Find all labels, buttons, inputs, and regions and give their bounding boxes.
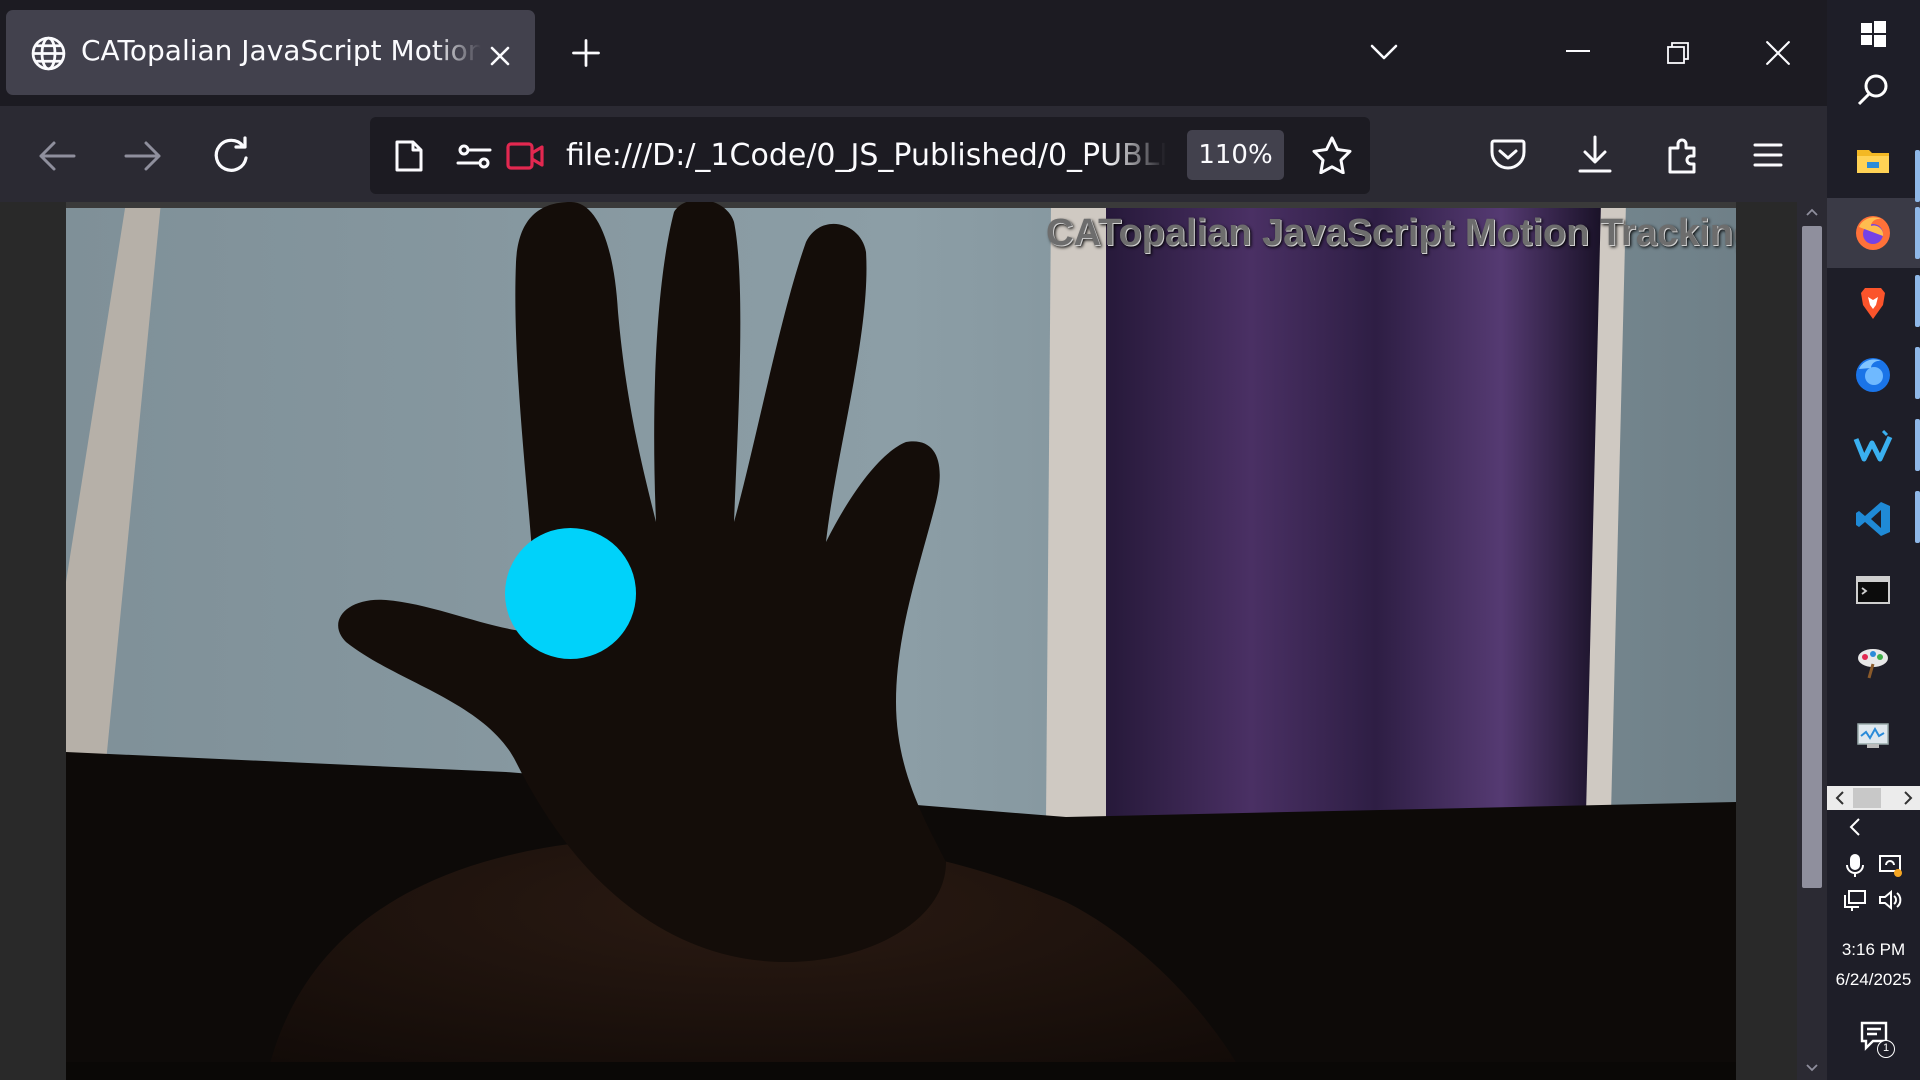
scroll-down-arrow-icon[interactable] bbox=[1806, 1064, 1818, 1072]
system-monitor-icon[interactable] bbox=[1853, 716, 1893, 756]
paint-icon[interactable] bbox=[1853, 642, 1893, 682]
taskbar-running-indicator bbox=[1915, 150, 1920, 202]
reload-icon[interactable] bbox=[213, 136, 249, 174]
page-heading: CATopalian JavaScript Motion Tracking bbox=[1046, 212, 1736, 254]
globe-icon bbox=[31, 36, 66, 71]
volume-icon[interactable] bbox=[1877, 887, 1903, 913]
url-text[interactable]: file:///D:/_1Code/0_JS_Published/0_PUBLI… bbox=[566, 138, 1166, 173]
list-all-tabs-chevron-icon[interactable] bbox=[1369, 42, 1399, 62]
window-close-icon[interactable] bbox=[1765, 40, 1791, 66]
tab-title: CATopalian JavaScript Motion Tracking bbox=[81, 34, 481, 67]
tab-strip: CATopalian JavaScript Motion Tracking bbox=[0, 0, 1827, 106]
taskbar-running-indicator bbox=[1915, 419, 1920, 471]
brave-icon[interactable] bbox=[1853, 283, 1893, 323]
microphone-icon[interactable] bbox=[1842, 852, 1868, 878]
scroll-right-arrow-icon[interactable] bbox=[1903, 791, 1913, 805]
zoom-level-button[interactable]: 110% bbox=[1187, 130, 1284, 180]
windows-taskbar: 3:16 PM 6/24/2025 1 bbox=[1827, 0, 1920, 1080]
taskbar-running-indicator bbox=[1915, 347, 1920, 399]
restore-icon[interactable] bbox=[1666, 41, 1690, 65]
taskbar-running-indicator bbox=[1915, 275, 1920, 327]
webcam-video-feed: CATopalian JavaScript Motion Tracking bbox=[66, 202, 1736, 1080]
taskbar-running-indicator bbox=[1915, 207, 1920, 259]
vscode-icon[interactable] bbox=[1853, 499, 1893, 539]
browser-window: CATopalian JavaScript Motion Tracking fi… bbox=[0, 0, 1827, 1080]
scroll-left-arrow-icon[interactable] bbox=[1835, 791, 1845, 805]
vertical-scrollbar[interactable] bbox=[1797, 202, 1827, 1080]
motion-tracker-dot bbox=[505, 528, 636, 659]
minimize-icon[interactable] bbox=[1566, 50, 1590, 53]
scroll-up-arrow-icon[interactable] bbox=[1806, 208, 1818, 216]
taskbar-running-indicator bbox=[1915, 491, 1920, 543]
new-tab-icon[interactable] bbox=[571, 38, 601, 68]
search-icon[interactable] bbox=[1853, 70, 1893, 110]
windsurf-icon[interactable] bbox=[1853, 427, 1893, 467]
connect-icon[interactable] bbox=[1877, 852, 1903, 878]
bookmark-star-icon[interactable] bbox=[1312, 136, 1352, 174]
terminal-icon[interactable] bbox=[1853, 570, 1893, 610]
address-bar[interactable]: file:///D:/_1Code/0_JS_Published/0_PUBLI… bbox=[370, 117, 1370, 194]
webcam-scene bbox=[66, 202, 1736, 1080]
close-tab-icon[interactable] bbox=[488, 44, 512, 68]
back-arrow-icon[interactable] bbox=[38, 140, 76, 172]
scrollbar-thumb[interactable] bbox=[1802, 226, 1822, 888]
navigation-toolbar: file:///D:/_1Code/0_JS_Published/0_PUBLI… bbox=[0, 106, 1827, 202]
show-hidden-icons-chevron-icon[interactable] bbox=[1845, 816, 1865, 838]
firefox-developer-icon[interactable] bbox=[1853, 355, 1893, 395]
windows-start-icon[interactable] bbox=[1853, 14, 1893, 54]
firefox-icon[interactable] bbox=[1853, 213, 1893, 253]
permissions-icon[interactable] bbox=[456, 142, 492, 170]
clock-time[interactable]: 3:16 PM bbox=[1827, 940, 1920, 960]
extensions-puzzle-icon[interactable] bbox=[1666, 134, 1702, 174]
network-icon[interactable] bbox=[1842, 887, 1868, 913]
page-icon[interactable] bbox=[394, 139, 424, 173]
tab-motion-tracking[interactable]: CATopalian JavaScript Motion Tracking bbox=[6, 10, 535, 95]
taskbar-scroll-thumb[interactable] bbox=[1853, 788, 1881, 808]
notification-count-badge: 1 bbox=[1877, 1040, 1895, 1058]
forward-arrow-icon[interactable] bbox=[124, 140, 162, 172]
file-explorer-icon[interactable] bbox=[1853, 140, 1893, 180]
pocket-icon[interactable] bbox=[1490, 138, 1526, 172]
page-content: CATopalian JavaScript Motion Tracking bbox=[0, 202, 1827, 1080]
camera-sharing-icon[interactable] bbox=[506, 141, 544, 171]
download-icon[interactable] bbox=[1577, 134, 1613, 174]
taskbar-horizontal-scroll[interactable] bbox=[1827, 786, 1920, 810]
hamburger-menu-icon[interactable] bbox=[1753, 142, 1783, 168]
clock-date[interactable]: 6/24/2025 bbox=[1827, 970, 1920, 990]
